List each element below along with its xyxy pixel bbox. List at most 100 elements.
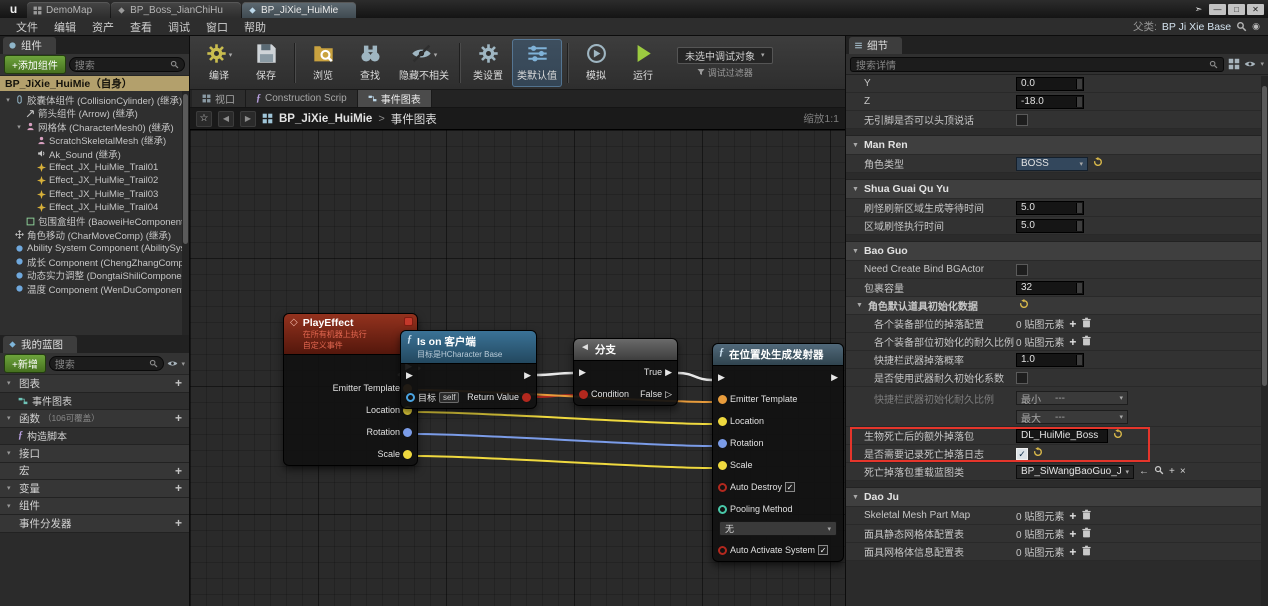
use-selected-button[interactable]: ← [1139,466,1149,477]
component-tree-item[interactable]: 箭头组件 (Arrow) (继承) [0,107,189,120]
node-is-on-client[interactable]: ƒ Is on 客户端 目标是HCharacter Base ▶ ▶ 目标 self Retu… [400,330,537,409]
debug-object-dropdown[interactable]: 未选中调试对象 ▾ [677,46,773,64]
add-button[interactable]: + [175,377,182,389]
reset-to-default-button[interactable] [1019,299,1029,312]
dropdown[interactable]: 最小 --- ▾ [1016,391,1128,406]
delete-elements-button[interactable] [1081,527,1092,541]
dropdown[interactable]: 最大 --- ▾ [1016,410,1128,425]
exec-pin[interactable]: ▷ [665,389,672,400]
minimize-button[interactable]: — [1209,4,1226,15]
add-element-button[interactable]: + [1069,510,1076,522]
reset-to-default-button[interactable] [1093,157,1103,170]
view-options-icon[interactable] [1244,58,1256,70]
myblueprint-item[interactable]: 事件图表 [0,392,189,410]
toolbar-hide-unrelated-button[interactable]: ▾ 隐藏不相关 [394,39,454,87]
add-element-button[interactable]: + [1069,546,1076,558]
titlebar-tab[interactable]: BP_Boss_JianChiHu [111,2,241,18]
component-tree-item[interactable]: Effect_JX_HuiMie_Trail02 [0,174,189,188]
self-tag[interactable]: self [439,391,460,403]
delete-elements-button[interactable] [1081,317,1092,331]
tab-my-blueprint[interactable]: 我的蓝图 [3,336,77,353]
component-root-item[interactable]: BP_JiXie_HuiMie（自身） [0,76,189,91]
bookmark-star-icon[interactable]: ☆ [196,110,212,127]
myblueprint-section-header[interactable]: ▾ 接口 [0,445,189,463]
checkbox[interactable] [1016,113,1028,126]
expander-icon[interactable]: ▾ [4,96,12,104]
doc-tab[interactable]: 视口 [192,90,246,107]
component-tree-item[interactable]: Effect_JX_HuiMie_Trail03 [0,188,189,202]
myblueprint-section-header[interactable]: ▾ 变量 + [0,480,189,498]
component-tree-item[interactable]: 包围盒组件 (BaoweiHeComponent) (继承) [0,215,189,228]
data-pin[interactable] [522,392,531,402]
number-input[interactable]: 5.0 [1016,200,1084,215]
exec-pin[interactable]: ▶ [665,367,672,378]
components-search-input[interactable]: 搜索 [68,57,185,72]
data-pin[interactable] [718,394,727,404]
component-tree-item[interactable]: Effect_JX_HuiMie_Trail01 [0,161,189,175]
data-pin[interactable] [718,438,727,448]
checkbox[interactable] [1016,263,1028,276]
myblueprint-section-header[interactable]: 宏 + [0,462,189,480]
delete-elements-button[interactable] [1081,335,1092,349]
category-header[interactable]: ▼ Shua Guai Qu Yu [846,180,1268,199]
menu-item[interactable]: 调试 [160,19,198,35]
details-search-input[interactable]: 搜索详情 [850,56,1225,72]
menu-item[interactable]: 查看 [122,19,160,35]
add-element-button[interactable]: + [1069,528,1076,540]
myblueprint-search-input[interactable]: 搜索 [48,356,165,371]
component-tree-item[interactable]: 温度 Component (WenDuComponent) (继承) [0,282,189,296]
asset-dropdown[interactable]: BP_SiWangBaoGuo_JiXie▾ [1016,464,1134,479]
data-pin[interactable] [718,504,727,514]
doc-tab[interactable]: ƒ Construction Scrip [246,90,358,107]
graph-canvas[interactable]: ◇PlayEffect在所有机器上执行自定义事件▶Emitter Templat… [190,130,845,606]
category-header[interactable]: ▼ Man Ren [846,136,1268,155]
delete-elements-button[interactable] [1081,545,1092,559]
category-header[interactable]: ▼ Bao Guo [846,242,1268,261]
reset-to-default-button[interactable] [1113,429,1123,442]
add-button[interactable]: + [1169,466,1175,477]
component-tree-item[interactable]: 成长 Component (ChengZhangComponent) [0,255,189,269]
data-pin[interactable] [718,460,727,470]
pin-checkbox[interactable]: ✓ [785,482,796,492]
exec-pin[interactable]: ▶ [524,370,531,381]
exec-pin[interactable]: ▶ [406,370,413,381]
add-new-button[interactable]: +新增 [4,354,46,373]
add-element-button[interactable]: + [1069,336,1076,348]
component-tree-item[interactable]: Effect_JX_HuiMie_Trail04 [0,201,189,215]
dropdown[interactable]: BOSS ▾ [1016,156,1088,171]
data-pin[interactable] [718,416,727,426]
titlebar-tab[interactable]: DemoMap [27,2,111,18]
component-tree-item[interactable]: ScratchSkeletalMesh (继承) [0,134,189,147]
view-options-icon[interactable] [167,358,178,369]
toolbar-compile-button[interactable]: ▾ 编译 [196,39,242,87]
components-scrollbar[interactable] [182,91,189,335]
menu-item[interactable]: 窗口 [198,19,236,35]
component-tree-item[interactable]: ▾ 网格体 (CharacterMesh0) (继承) [0,120,189,134]
doc-tab[interactable]: 事件图表 [357,90,432,107]
data-pin[interactable] [718,482,727,492]
tab-details[interactable]: 细节 [849,37,902,54]
myblueprint-item[interactable]: ƒ 构造脚本 [0,427,189,445]
titlebar-tab[interactable]: BP_JiXie_HuiMie [241,2,357,18]
details-scrollbar[interactable] [1261,76,1268,606]
myblueprint-section-header[interactable]: ▾ 图表 + [0,375,189,393]
toolbar-find-button[interactable]: 查找 [347,39,393,87]
component-tree-item[interactable]: Ak_Sound (继承) [0,147,189,161]
property-group-header[interactable]: ▼ 角色默认道具初始化数据 [846,297,1268,315]
exec-pin[interactable]: ▶ [831,372,838,383]
pin-checkbox[interactable]: ✓ [818,545,829,555]
menu-item[interactable]: 帮助 [236,19,274,35]
number-input[interactable]: 32 [1016,280,1084,295]
add-button[interactable]: + [175,517,182,529]
number-input[interactable]: -18.0 [1016,94,1084,109]
add-button[interactable]: + [175,482,182,494]
browse-asset-button[interactable] [1154,465,1164,478]
myblueprint-section-header[interactable]: ▾ 组件 [0,497,189,515]
myblueprint-section-header[interactable]: ▾ 函数 （106可覆盖） + [0,410,189,428]
text-input[interactable]: DL_HuiMie_Boss [1016,428,1108,443]
breadcrumb-graph[interactable]: 事件图表 [391,111,437,127]
node-branch[interactable]: ◄ 分支 ▶ True ▶ Condition False ▷ [573,338,678,406]
menu-item[interactable]: 编辑 [46,19,84,35]
browse-parent-icon[interactable]: ◉ [1252,21,1260,32]
category-header[interactable]: ▼ Dao Ju [846,488,1268,507]
